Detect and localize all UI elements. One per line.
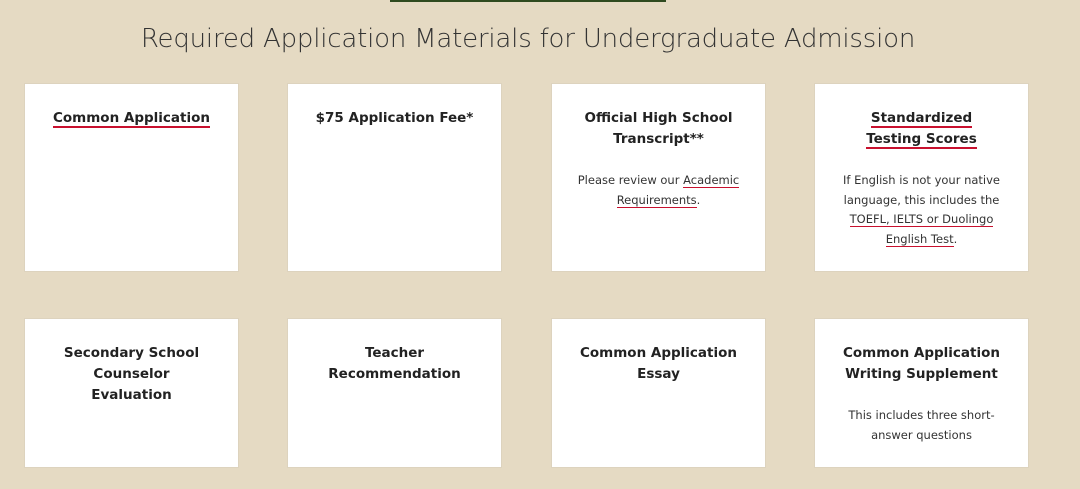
- card-high-school-transcript: Official High School Transcript** Please…: [551, 83, 766, 272]
- card-title: Official High School Transcript**: [584, 110, 733, 147]
- card-description: If English is not your native language, …: [842, 173, 1001, 247]
- card-writing-supplement: Common Application Writing Supplement Th…: [814, 318, 1029, 468]
- card-title: Teacher Recommendation: [328, 345, 461, 382]
- card-standardized-testing: Standardized Testing Scores If English i…: [814, 83, 1029, 272]
- card-title: Common Application Essay: [579, 345, 737, 382]
- card-title: Secondary School Counselor Evaluation: [63, 345, 200, 403]
- common-application-link[interactable]: Common Application: [39, 108, 224, 129]
- card-application-fee: $75 Application Fee*: [287, 83, 502, 272]
- standardized-testing-scores-link[interactable]: Standardized Testing Scores: [829, 108, 1014, 150]
- card-title: Common Application Writing Supplement: [842, 345, 1000, 382]
- header-divider: [390, 0, 666, 2]
- card-application-essay: Common Application Essay: [551, 318, 766, 468]
- english-tests-link[interactable]: TOEFL, IELTS or Duolingo English Test: [849, 212, 994, 247]
- card-common-application: Common Application: [24, 83, 239, 272]
- card-description: Please review our Academic Requirements.: [577, 173, 740, 208]
- card-counselor-evaluation: Secondary School Counselor Evaluation: [24, 318, 239, 468]
- page-title: Required Application Materials for Under…: [140, 24, 916, 54]
- card-description: This includes three short-answer questio…: [848, 408, 995, 442]
- card-teacher-recommendation: Teacher Recommendation: [287, 318, 502, 468]
- card-title: $75 Application Fee*: [315, 110, 474, 126]
